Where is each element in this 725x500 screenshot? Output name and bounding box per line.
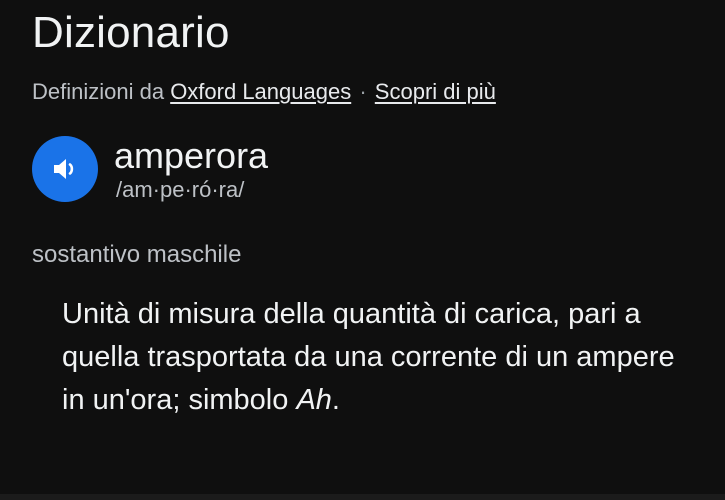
pronunciation-audio-button[interactable] — [32, 136, 98, 202]
source-attribution: Definizioni da Oxford Languages · Scopri… — [32, 78, 496, 106]
bottom-divider — [0, 494, 725, 500]
oxford-languages-link[interactable]: Oxford Languages — [170, 79, 351, 104]
learn-more-link[interactable]: Scopri di più — [375, 79, 496, 104]
pronunciation-text: /am·pe·ró·ra/ — [116, 177, 245, 202]
source-separator: · — [359, 79, 367, 104]
headword-row: amperora /am·pe·ró·ra/ — [32, 136, 692, 208]
definition-text: Unità di misura della quantità di carica… — [62, 298, 675, 416]
source-prefix: Definizioni da — [32, 79, 171, 104]
definition-symbol: Ah — [296, 384, 332, 416]
dictionary-card: Dizionario Definizioni da Oxford Languag… — [0, 0, 725, 500]
part-of-speech: sostantivo maschile — [32, 241, 242, 268]
headword: amperora — [114, 135, 269, 176]
definition-end: . — [331, 384, 340, 416]
definition: Unità di misura della quantità di carica… — [62, 293, 702, 422]
volume-icon — [54, 159, 74, 179]
page-title: Dizionario — [32, 8, 230, 57]
